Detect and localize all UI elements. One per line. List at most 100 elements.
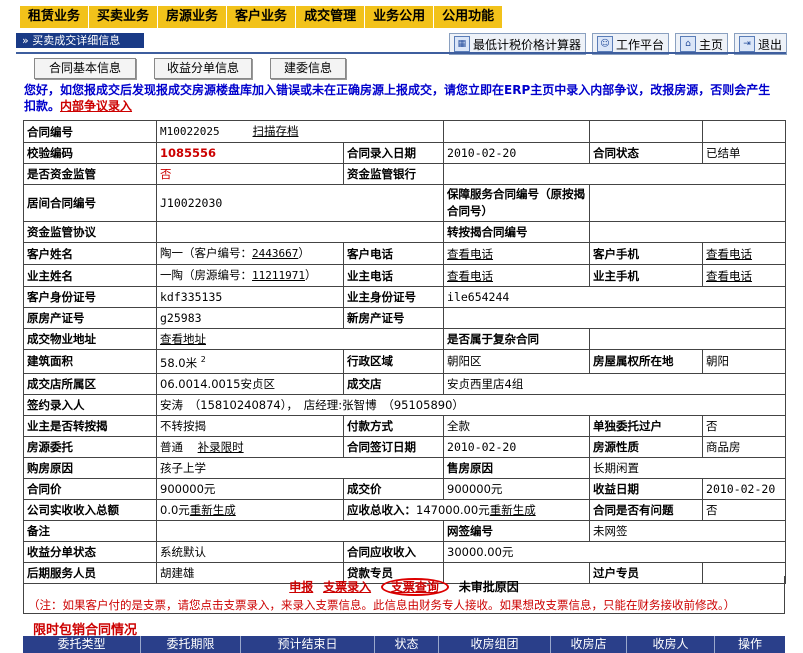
deal-price: 900000元: [443, 477, 591, 500]
cheque-entry-link[interactable]: 支票录入: [323, 580, 371, 594]
label-commission: 房源委托: [23, 435, 157, 458]
cheque-query-link[interactable]: 支票查询: [380, 578, 449, 596]
label-contract-due: 合同应收收入: [342, 540, 445, 563]
user-icon: ☺: [596, 36, 613, 52]
due-income-cell: 应收总收入：147000.00元重新生成: [342, 498, 591, 521]
label-sign-date: 合同签订日期: [342, 435, 445, 458]
new-cert: [443, 307, 787, 329]
declare-link[interactable]: 申报: [289, 580, 313, 594]
regenerate-actual-link[interactable]: 重新生成: [190, 503, 236, 517]
col-receiver: 收房人: [627, 636, 715, 653]
customer-id: kdf335135: [156, 286, 344, 308]
dispute-entry-link[interactable]: 内部争议录入: [60, 99, 132, 113]
customer-name: 陶一: [160, 246, 183, 260]
label-contract-no: 合同编号: [23, 120, 157, 143]
customer-mobile-cell: 查看电话: [702, 242, 787, 265]
label-owner-transfer: 业主是否转按揭: [23, 414, 157, 437]
menu-common-business[interactable]: 业务公用: [365, 6, 435, 28]
customer-no-link[interactable]: 2443667: [252, 247, 298, 260]
customer-no-prefix: （客户编号：: [183, 246, 252, 260]
contract-detail-table: 合同编号 M10022025 扫描存档 校验编码 1085556 合同录入日期 …: [23, 120, 787, 584]
label-deal-price: 成交价: [342, 477, 445, 500]
notice-text: 您好，如您报成交后发现报成交房源楼盘库加入错误或未在正确房源上报成交，请您立即在…: [24, 83, 771, 113]
time-limit-link[interactable]: 补录限时: [198, 440, 244, 454]
due-income: 147000.00元: [416, 502, 490, 517]
income-date: 2010-02-20: [702, 477, 787, 500]
label-fund-agreement: 资金监管协议: [23, 221, 157, 243]
calculator-icon: ▦: [453, 36, 470, 52]
col-commission-period: 委托期限: [141, 636, 241, 653]
menu-listing[interactable]: 房源业务: [158, 6, 228, 28]
label-customer-id: 客户身份证号: [23, 286, 157, 308]
customer-mobile-link[interactable]: 查看电话: [706, 247, 752, 261]
branch-area: 06.0014.0015安贞区: [156, 372, 344, 395]
tab-contract-basic[interactable]: 合同基本信息: [34, 58, 136, 79]
regenerate-due-link[interactable]: 重新生成: [490, 503, 536, 517]
tab-construction-info[interactable]: 建委信息: [270, 58, 346, 79]
cheque-note: （注：如果客户付的是支票，请您点击支票录入，来录入支票信息。此信息由财务专人接收…: [28, 598, 736, 612]
menu-common-function[interactable]: 公用功能: [434, 6, 502, 28]
tab-income-split[interactable]: 收益分单信息: [154, 58, 252, 79]
owner-phone-link[interactable]: 查看电话: [447, 269, 493, 283]
label-customer-phone: 客户电话: [342, 242, 445, 265]
contract-no-cell: M10022025 扫描存档: [155, 120, 445, 143]
owner-no-prefix: （房源编号：: [183, 268, 252, 282]
label-sell-reason: 售房原因: [443, 456, 591, 479]
label-district: 行政区域: [342, 349, 445, 374]
label-transfer-no: 转按揭合同编号: [443, 221, 591, 243]
exit-icon: ⇥: [738, 36, 755, 52]
view-address-link[interactable]: 查看地址: [160, 332, 206, 346]
actual-income: 0.0元: [160, 502, 190, 517]
area-cell: 58.0米 2: [156, 349, 344, 374]
top-navigation: 租赁业务 买卖业务 房源业务 客户业务 成交管理 业务公用 公用功能: [0, 0, 803, 32]
col-commission-type: 委托类型: [23, 636, 141, 653]
label-due-income: 应收总收入：: [347, 502, 416, 517]
label-owner-id: 业主身份证号: [342, 286, 445, 308]
menu-customer[interactable]: 客户业务: [227, 6, 297, 28]
label-actual-income: 公司实收收入总额: [23, 498, 157, 521]
owner-location: 朝阳: [702, 349, 787, 374]
signer: 安涛 （15810240874）， 店经理:张智博 （95105890）: [155, 393, 787, 416]
menu-rent[interactable]: 租赁业务: [20, 6, 90, 28]
sell-reason: 长期闲置: [589, 456, 787, 479]
menu-deal[interactable]: 成交管理: [296, 6, 366, 28]
listing-no-link[interactable]: 11211971: [252, 269, 305, 282]
entry-date: 2010-02-20: [443, 142, 591, 164]
fund-supervision: 否: [156, 163, 344, 185]
col-status: 状态: [375, 636, 439, 653]
action-links: 申报 支票录入 支票查询 未审批原因: [23, 578, 785, 596]
label-buy-reason: 购房原因: [23, 456, 157, 479]
label-nature: 房源性质: [589, 435, 704, 458]
label-owner-phone: 业主电话: [342, 264, 445, 287]
label-branch-area: 成交店所属区: [23, 372, 157, 395]
customer-no-suffix: ）: [298, 246, 310, 260]
label-signer: 签约录入人: [23, 393, 157, 416]
col-receive-group: 收房组团: [439, 636, 551, 653]
menu-sale[interactable]: 买卖业务: [89, 6, 159, 28]
section-table-header: 委托类型 委托期限 预计结束日 状态 收房组团 收房店 收房人 操作: [23, 636, 785, 653]
label-branch: 成交店: [342, 372, 445, 395]
home-label: 主页: [698, 37, 723, 52]
label-income-date: 收益日期: [589, 477, 704, 500]
owner-mobile-link[interactable]: 查看电话: [706, 269, 752, 283]
scan-archive-link[interactable]: 扫描存档: [253, 124, 299, 138]
check-code: 1085556: [156, 142, 344, 164]
label-payment: 付款方式: [342, 414, 445, 437]
customer-phone-link[interactable]: 查看电话: [447, 247, 493, 261]
branch: 安贞西里店4组: [443, 372, 787, 395]
col-expected-end: 预计结束日: [241, 636, 375, 653]
label-contract-price: 合同价: [23, 477, 157, 500]
buy-reason: 孩子上学: [155, 456, 445, 479]
area-unit-sup: 2: [200, 355, 206, 364]
label-fund-bank: 资金监管银行: [342, 163, 445, 185]
online-sign: 未网签: [589, 519, 787, 542]
unapproved-reason: 未审批原因: [458, 580, 519, 594]
remark: [155, 519, 445, 542]
header-divider: [16, 52, 786, 54]
label-owner-location: 房屋属权所在地: [589, 349, 704, 374]
customer-phone-cell: 查看电话: [443, 242, 591, 265]
split-status: 系统默认: [156, 540, 344, 563]
nature: 商品房: [702, 435, 787, 458]
label-new-cert: 新房产证号: [342, 307, 445, 329]
label-customer-name: 客户姓名: [23, 242, 157, 265]
